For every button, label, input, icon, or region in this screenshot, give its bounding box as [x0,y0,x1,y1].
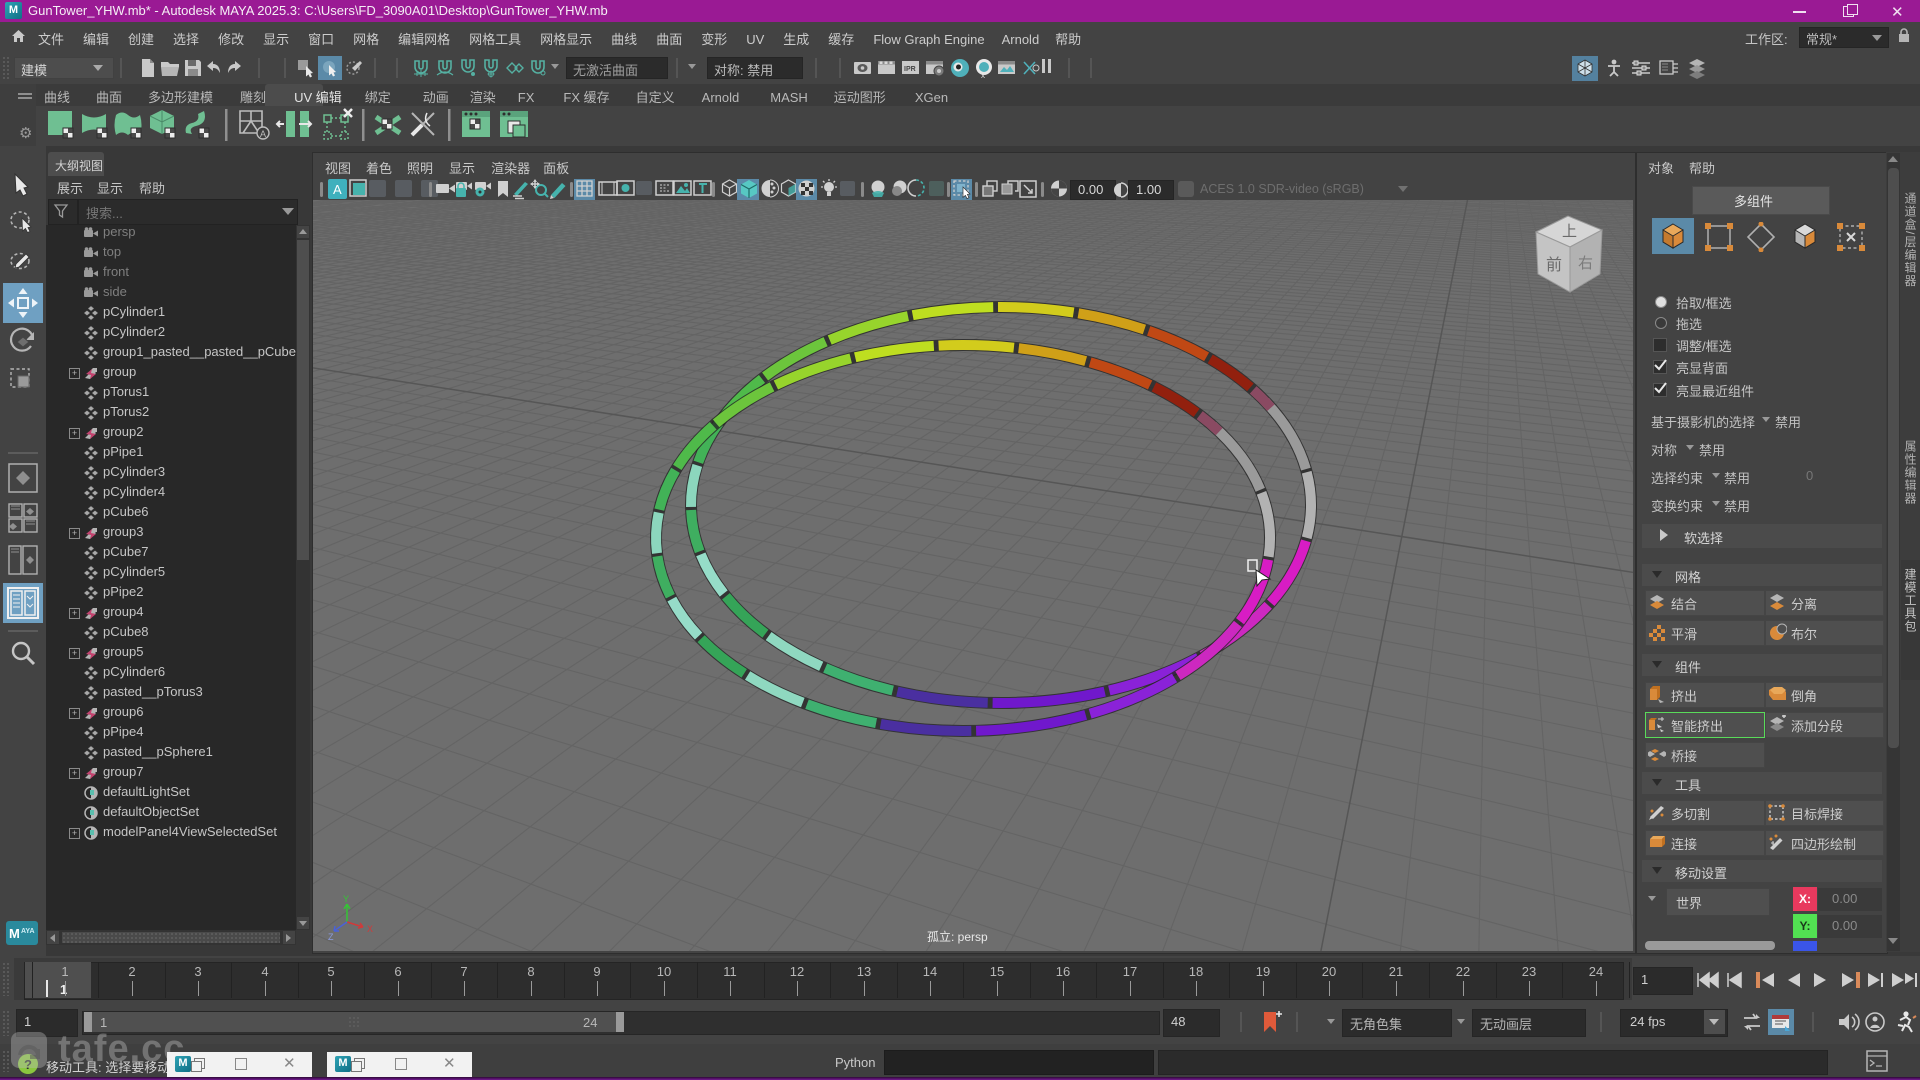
svg-text:A: A [333,182,342,197]
svg-text:右: 右 [1578,255,1593,272]
svg-text:上: 上 [1562,223,1577,240]
svg-text:前: 前 [1546,256,1562,274]
svg-text:Y: Y [343,894,349,904]
svg-text:A: A [260,129,266,139]
svg-text:x: x [981,71,985,79]
svg-text:IPR: IPR [904,66,916,73]
svg-text:X: X [367,924,373,934]
svg-text:M: M [9,926,20,941]
svg-text:AYA: AYA [21,928,35,935]
svg-text:Z: Z [328,932,334,942]
